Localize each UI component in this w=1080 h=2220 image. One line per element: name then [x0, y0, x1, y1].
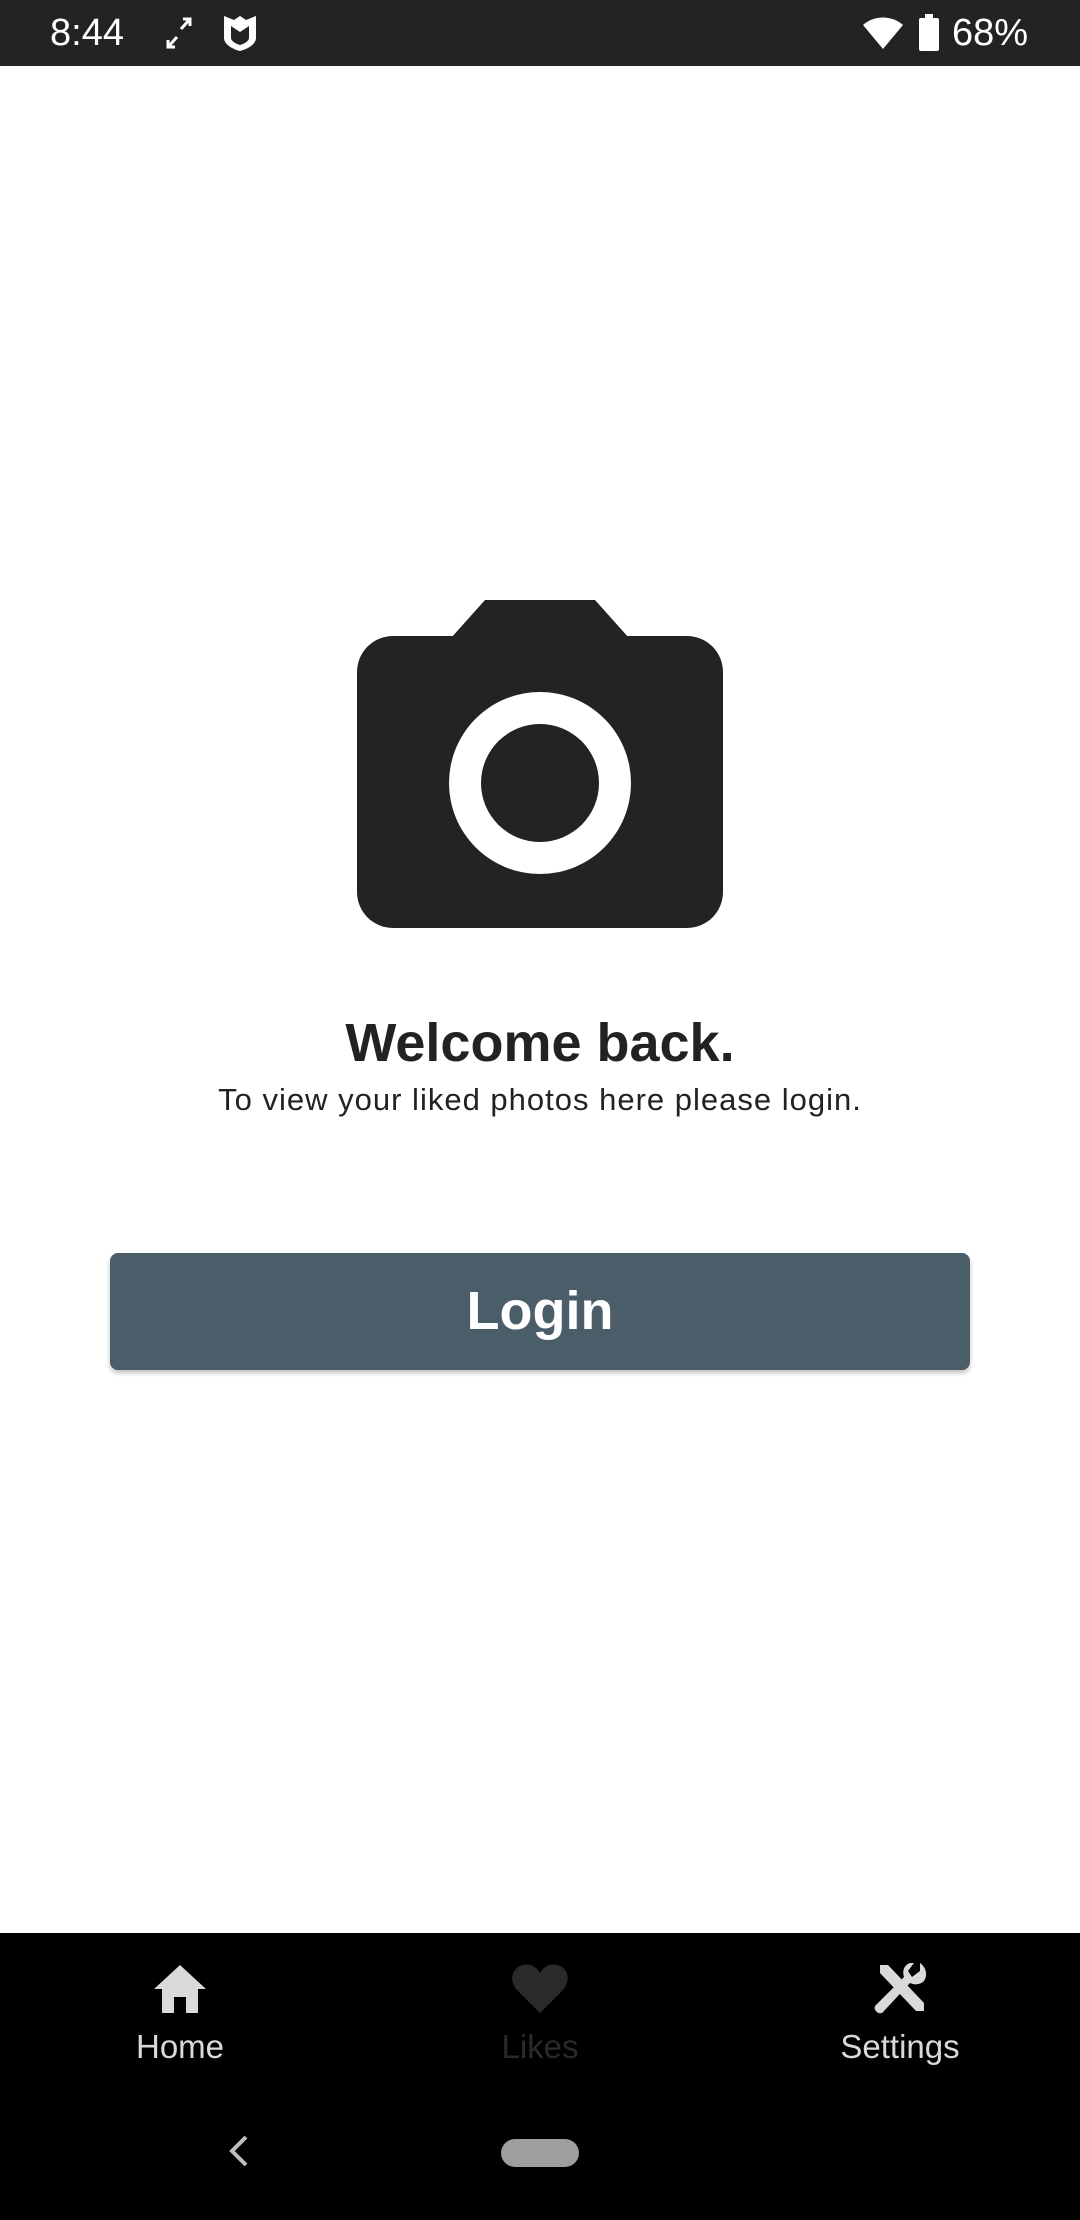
battery-icon	[919, 14, 939, 51]
back-chevron-icon[interactable]	[220, 2131, 260, 2171]
tools-icon	[874, 1963, 927, 2014]
shield-icon	[224, 16, 256, 51]
status-bar: 8:44 68%	[0, 0, 1080, 66]
status-time: 8:44	[50, 12, 124, 54]
screen-rotate-icon	[166, 17, 192, 49]
nav-label-likes: Likes	[501, 2028, 579, 2065]
login-button[interactable]: Login	[110, 1253, 970, 1370]
welcome-subtitle: To view your liked photos here please lo…	[218, 1082, 862, 1117]
app-screen: 8:44 68% Welcome back. To view your like…	[0, 0, 1080, 2220]
wifi-icon	[863, 17, 903, 49]
heart-icon	[512, 1964, 568, 2013]
camera-icon	[357, 600, 723, 928]
nav-label-settings: Settings	[840, 2028, 960, 2065]
nav-item-likes[interactable]: Likes	[360, 1933, 720, 2083]
welcome-title: Welcome back.	[345, 1013, 735, 1073]
home-icon	[154, 1965, 206, 2013]
nav-item-home[interactable]: Home	[0, 1933, 360, 2083]
nav-item-settings[interactable]: Settings	[720, 1933, 1080, 2083]
bottom-navigation: Home Likes Settings	[0, 1933, 1080, 2083]
system-navigation-bar	[0, 2083, 1080, 2220]
battery-percentage: 68%	[951, 12, 1028, 54]
home-gesture-pill[interactable]	[501, 2139, 579, 2167]
nav-label-home: Home	[135, 2028, 225, 2065]
